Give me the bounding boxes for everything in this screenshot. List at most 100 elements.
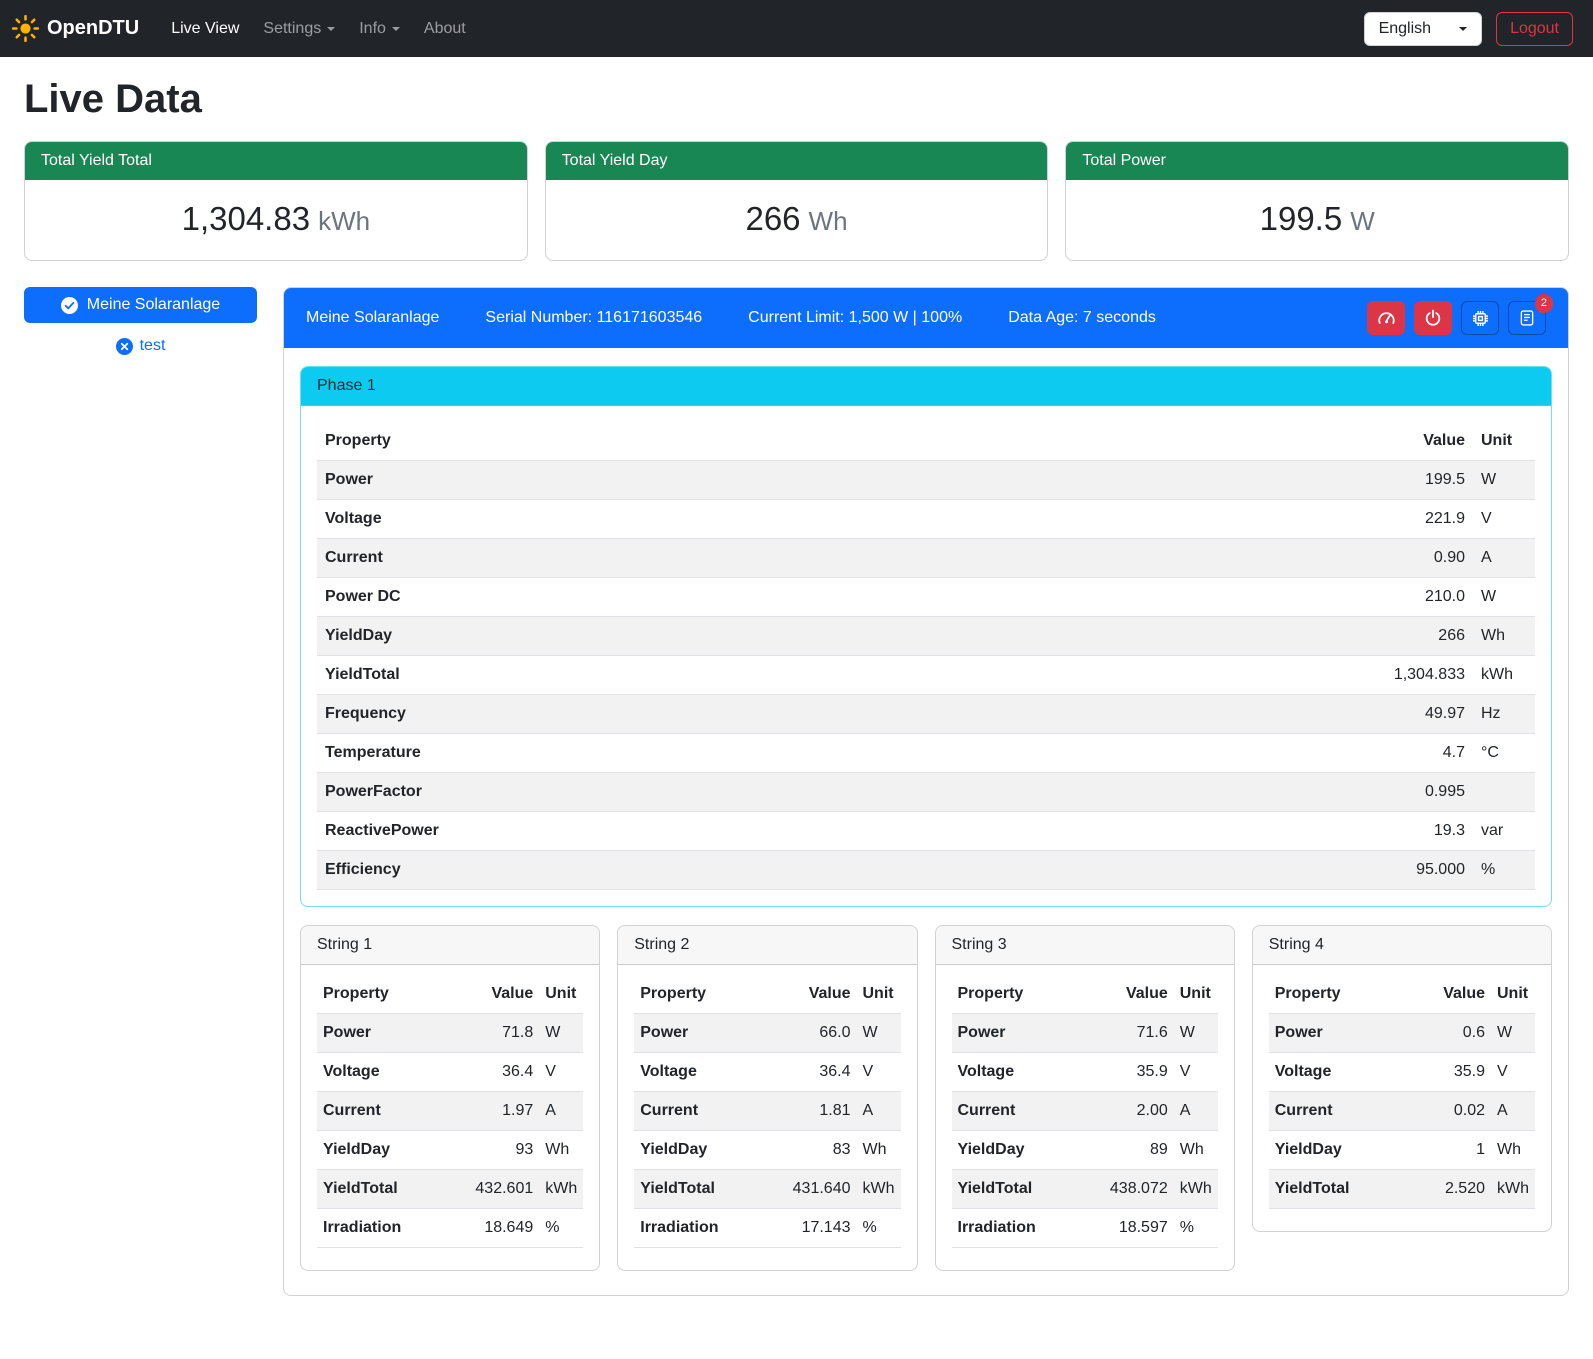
card-unit: kWh (318, 206, 370, 236)
table-row: YieldTotal438.072kWh (952, 1170, 1218, 1209)
table-row: Irradiation18.597% (952, 1209, 1218, 1248)
value-cell: 2.00 (1096, 1092, 1174, 1131)
string-card-title: String 3 (936, 926, 1234, 965)
string-1-card: String 1 Property Value Unit (300, 925, 600, 1271)
strings-row: String 1 Property Value Unit (300, 925, 1552, 1271)
unit-cell: % (857, 1209, 901, 1248)
navbar-right: English Logout (1364, 12, 1573, 46)
unit-cell: V (1473, 500, 1535, 539)
column-header-value: Value (1413, 975, 1491, 1014)
property-cell: YieldDay (634, 1131, 778, 1170)
column-header-unit: Unit (1473, 422, 1535, 461)
table-row: Current1.97A (317, 1092, 583, 1131)
x-circle-icon (116, 338, 133, 355)
unit-cell: % (1174, 1209, 1218, 1248)
event-log-button[interactable]: 2 (1508, 301, 1546, 335)
value-cell: 438.072 (1096, 1170, 1174, 1209)
table-row: Voltage35.9V (1269, 1053, 1535, 1092)
table-row: Power71.8W (317, 1014, 583, 1053)
device-info-button[interactable] (1461, 301, 1499, 335)
table-row: YieldDay1Wh (1269, 1131, 1535, 1170)
column-header-property: Property (317, 975, 461, 1014)
table-row: YieldDay266Wh (317, 617, 1535, 656)
table-row: Power71.6W (952, 1014, 1218, 1053)
unit-cell: % (1473, 851, 1535, 890)
logout-button[interactable]: Logout (1496, 12, 1573, 46)
property-cell: Irradiation (634, 1209, 778, 1248)
table-row: Irradiation17.143% (634, 1209, 900, 1248)
column-header-value: Value (1009, 422, 1473, 461)
string-card-title: String 2 (618, 926, 916, 965)
sidebar-item-meine-solaranlage[interactable]: Meine Solaranlage (24, 287, 257, 323)
inverter-panel-body: Phase 1 Property Value Unit P (284, 348, 1568, 1295)
table-header-row: Property Value Unit (952, 975, 1218, 1014)
column-header-property: Property (1269, 975, 1413, 1014)
page-title: Live Data (24, 75, 1569, 123)
string-table: Property Value Unit Power0.6WVoltage35.9… (1269, 975, 1535, 1209)
card-title: Total Power (1066, 142, 1568, 180)
column-header-unit: Unit (1174, 975, 1218, 1014)
power-button[interactable] (1414, 301, 1452, 335)
value-cell: 4.7 (1009, 734, 1473, 773)
unit-cell: A (1174, 1092, 1218, 1131)
property-cell: Power (317, 1014, 461, 1053)
string-table: Property Value Unit Power66.0WVoltage36.… (634, 975, 900, 1248)
value-cell: 431.640 (779, 1170, 857, 1209)
sidebar-item-test[interactable]: test (24, 337, 257, 355)
event-count-badge: 2 (1535, 294, 1553, 313)
chevron-down-icon (1459, 27, 1467, 31)
inverter-actions: 2 (1367, 301, 1546, 335)
column-header-value: Value (779, 975, 857, 1014)
nav-about[interactable]: About (412, 12, 478, 46)
card-value: 199.5 (1260, 200, 1343, 237)
table-row: Irradiation18.649% (317, 1209, 583, 1248)
property-cell: Current (1269, 1092, 1413, 1131)
summary-cards: Total Yield Total 1,304.83kWh Total Yiel… (24, 141, 1569, 261)
value-cell: 83 (779, 1131, 857, 1170)
property-cell: YieldTotal (1269, 1170, 1413, 1209)
nav-settings[interactable]: Settings (251, 12, 347, 46)
value-cell: 66.0 (779, 1014, 857, 1053)
content-row: Meine Solaranlage test Meine Solaranlage… (24, 287, 1569, 1296)
column-header-property: Property (317, 422, 1009, 461)
card-value-row: 266Wh (546, 180, 1048, 260)
property-cell: Voltage (317, 500, 1009, 539)
table-row: PowerFactor0.995 (317, 773, 1535, 812)
property-cell: Frequency (317, 695, 1009, 734)
table-row: YieldTotal2.520kWh (1269, 1170, 1535, 1209)
property-cell: Voltage (317, 1053, 461, 1092)
journal-list-icon (1518, 309, 1536, 327)
language-select[interactable]: English (1364, 12, 1482, 46)
table-row: Power DC210.0W (317, 578, 1535, 617)
unit-cell: W (1473, 578, 1535, 617)
table-header-row: Property Value Unit (317, 975, 583, 1014)
unit-cell: Wh (1473, 617, 1535, 656)
value-cell: 35.9 (1096, 1053, 1174, 1092)
nav-live-view[interactable]: Live View (159, 12, 251, 46)
property-cell: PowerFactor (317, 773, 1009, 812)
value-cell: 1.97 (461, 1092, 539, 1131)
nav-info[interactable]: Info (347, 12, 412, 46)
string-card-body: Property Value Unit Power66.0WVoltage36.… (618, 965, 916, 1270)
table-row: Voltage36.4V (317, 1053, 583, 1092)
sun-logo-icon (12, 15, 39, 42)
column-header-unit: Unit (1491, 975, 1535, 1014)
unit-cell: Wh (1491, 1131, 1535, 1170)
check-circle-icon (61, 297, 78, 314)
table-row: YieldDay89Wh (952, 1131, 1218, 1170)
column-header-property: Property (634, 975, 778, 1014)
card-title: Total Yield Day (546, 142, 1048, 180)
unit-cell: Wh (539, 1131, 583, 1170)
table-row: Current1.81A (634, 1092, 900, 1131)
unit-cell (1473, 773, 1535, 812)
property-cell: YieldDay (952, 1131, 1096, 1170)
value-cell: 1 (1413, 1131, 1491, 1170)
table-row: YieldTotal431.640kWh (634, 1170, 900, 1209)
phase-card: Phase 1 Property Value Unit P (300, 366, 1552, 907)
column-header-value: Value (1096, 975, 1174, 1014)
property-cell: YieldTotal (952, 1170, 1096, 1209)
cpu-chip-icon (1471, 309, 1490, 328)
limit-settings-button[interactable] (1367, 301, 1405, 335)
brand[interactable]: OpenDTU (12, 15, 139, 42)
card-value-row: 1,304.83kWh (25, 180, 527, 260)
